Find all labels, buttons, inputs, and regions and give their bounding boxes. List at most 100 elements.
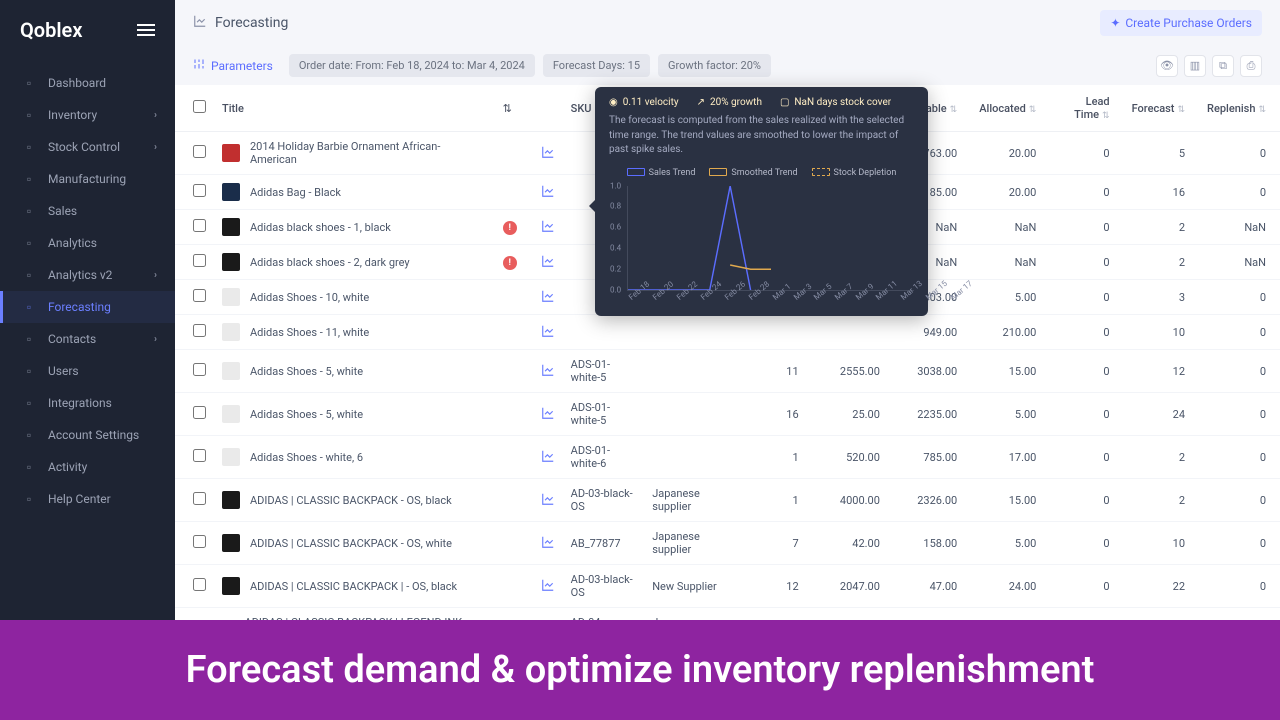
cell-replenish: 0 [1199,175,1280,210]
row-chart-icon[interactable] [533,210,563,245]
col-lead[interactable]: Lead Time⇅ [1050,85,1123,132]
filter-bar: Parameters Order date: From: Feb 18, 202… [175,46,1280,85]
cell-onhand: 2555.00 [813,350,894,393]
col-sort-icon[interactable]: ⇅ [495,85,533,132]
growth-stat: ↗20% growth [697,97,762,108]
cell-allocated: 5.00 [971,393,1050,436]
row-checkbox[interactable] [193,219,206,232]
cell-sku: AB_77877 [563,522,645,565]
columns-icon[interactable]: ▥ [1184,55,1206,77]
cell-allocated: 5.00 [971,280,1050,315]
sidebar-item-users[interactable]: ▫Users [0,355,175,387]
row-checkbox[interactable] [193,184,206,197]
print-icon[interactable]: ⎙ [1240,55,1262,77]
row-chart-icon[interactable] [533,315,563,350]
row-chart-icon[interactable] [533,608,563,621]
hamburger-icon[interactable] [137,24,155,36]
cell-supplier: Japanese supplier [644,522,734,565]
row-chart-icon[interactable] [533,479,563,522]
warning-icon: ! [503,256,517,270]
sidebar-item-dashboard[interactable]: ▫Dashboard [0,67,175,99]
product-title: Adidas Shoes - 11, white [250,326,369,339]
row-chart-icon[interactable] [533,350,563,393]
table-row[interactable]: ADIDAS | CLASSIC BACKPACK - OS, white AB… [175,522,1280,565]
cell-reorder: 16 [734,393,813,436]
sidebar-item-help-center[interactable]: ▫Help Center [0,483,175,515]
table-row[interactable]: Adidas Shoes - 5, white ADS-01-white-5 1… [175,350,1280,393]
table-row[interactable]: ADIDAS | CLASSIC BACKPACK | - OS, black … [175,565,1280,608]
chart-icon: ▫ [22,236,36,250]
filter-pill-date[interactable]: Order date: From: Feb 18, 2024 to: Mar 4… [289,54,535,77]
page-title: Forecasting [215,15,288,31]
col-replenish[interactable]: Replenish⇅ [1199,85,1280,132]
sidebar-item-manufacturing[interactable]: ▫Manufacturing [0,163,175,195]
row-chart-icon[interactable] [533,175,563,210]
sidebar-item-integrations[interactable]: ▫Integrations [0,387,175,419]
cell-forecast: 2 [1124,245,1199,280]
row-chart-icon[interactable] [533,436,563,479]
sidebar-item-activity[interactable]: ▫Activity [0,451,175,483]
cell-forecast: 5 [1124,132,1199,175]
row-chart-icon[interactable] [533,565,563,608]
table-row[interactable]: Adidas Shoes - white, 6 ADS-01-white-6 1… [175,436,1280,479]
row-checkbox[interactable] [193,449,206,462]
product-title: Adidas black shoes - 1, black [250,221,391,234]
table-row[interactable]: ADIDAS | CLASSIC BACKPACK - OS, black AD… [175,479,1280,522]
table-row[interactable]: Adidas Shoes - 5, white ADS-01-white-5 1… [175,393,1280,436]
popover-legend: Sales Trend Smoothed Trend Stock Depleti… [609,168,914,178]
cell-supplier [644,393,734,436]
cell-lead: 0 [1050,565,1123,608]
cell-available: 47.00 [894,565,971,608]
select-all-checkbox[interactable] [193,100,206,113]
product-thumb [222,183,240,201]
row-chart-icon[interactable] [533,280,563,315]
cell-replenish: 0 [1199,280,1280,315]
copy-icon[interactable]: ⧉ [1212,55,1234,77]
eye-icon[interactable]: 👁 [1156,55,1178,77]
sidebar-item-sales[interactable]: ▫Sales [0,195,175,227]
row-checkbox[interactable] [193,578,206,591]
row-chart-icon[interactable] [533,393,563,436]
cell-lead: 20 [1050,608,1123,621]
sidebar-item-analytics[interactable]: ▫Analytics [0,227,175,259]
sidebar-item-account-settings[interactable]: ▫Account Settings [0,419,175,451]
row-checkbox[interactable] [193,535,206,548]
sidebar-item-stock-control[interactable]: ▫Stock Control› [0,131,175,163]
grid-icon: ▫ [22,76,36,90]
create-po-button[interactable]: ✦ Create Purchase Orders [1100,10,1262,36]
activity-icon: ▫ [22,460,36,474]
col-allocated[interactable]: Allocated⇅ [971,85,1050,132]
row-checkbox[interactable] [193,254,206,267]
product-title: 2014 Holiday Barbie Ornament African-Ame… [250,140,487,166]
cell-reorder [734,315,813,350]
cell-replenish: 0 [1199,393,1280,436]
parameters-link[interactable]: Parameters [193,58,273,73]
col-title[interactable]: Title [214,85,495,132]
row-checkbox[interactable] [193,406,206,419]
table-row[interactable]: Adidas Shoes - 11, white 949.00 210.00 0… [175,315,1280,350]
table-row[interactable]: ADIDAS | CLASSIC BACKPACK | LEGEND INK M… [175,608,1280,621]
row-checkbox[interactable] [193,145,206,158]
row-chart-icon[interactable] [533,245,563,280]
row-checkbox[interactable] [193,363,206,376]
sidebar-item-forecasting[interactable]: ▫Forecasting [0,291,175,323]
filter-pill-days[interactable]: Forecast Days: 15 [543,54,650,77]
sidebar-item-analytics-v2[interactable]: ▫Analytics v2› [0,259,175,291]
row-checkbox[interactable] [193,324,206,337]
sidebar-item-inventory[interactable]: ▫Inventory› [0,99,175,131]
row-chart-icon[interactable] [533,132,563,175]
cell-replenish: 0 [1199,315,1280,350]
sidebar-item-contacts[interactable]: ▫Contacts› [0,323,175,355]
sidebar-item-label: Users [48,364,79,378]
cell-replenish: 0 [1199,608,1280,621]
filter-pill-growth[interactable]: Growth factor: 20% [658,54,771,77]
cell-supplier: Japanese supplier [644,479,734,522]
row-chart-icon[interactable] [533,522,563,565]
cell-reorder: 12 [734,565,813,608]
cell-allocated: 210.00 [971,315,1050,350]
row-checkbox[interactable] [193,289,206,302]
col-forecast[interactable]: Forecast⇅ [1124,85,1199,132]
cell-supplier: New Supplier [644,565,734,608]
cell-onhand: 4121.00 [813,608,894,621]
row-checkbox[interactable] [193,492,206,505]
